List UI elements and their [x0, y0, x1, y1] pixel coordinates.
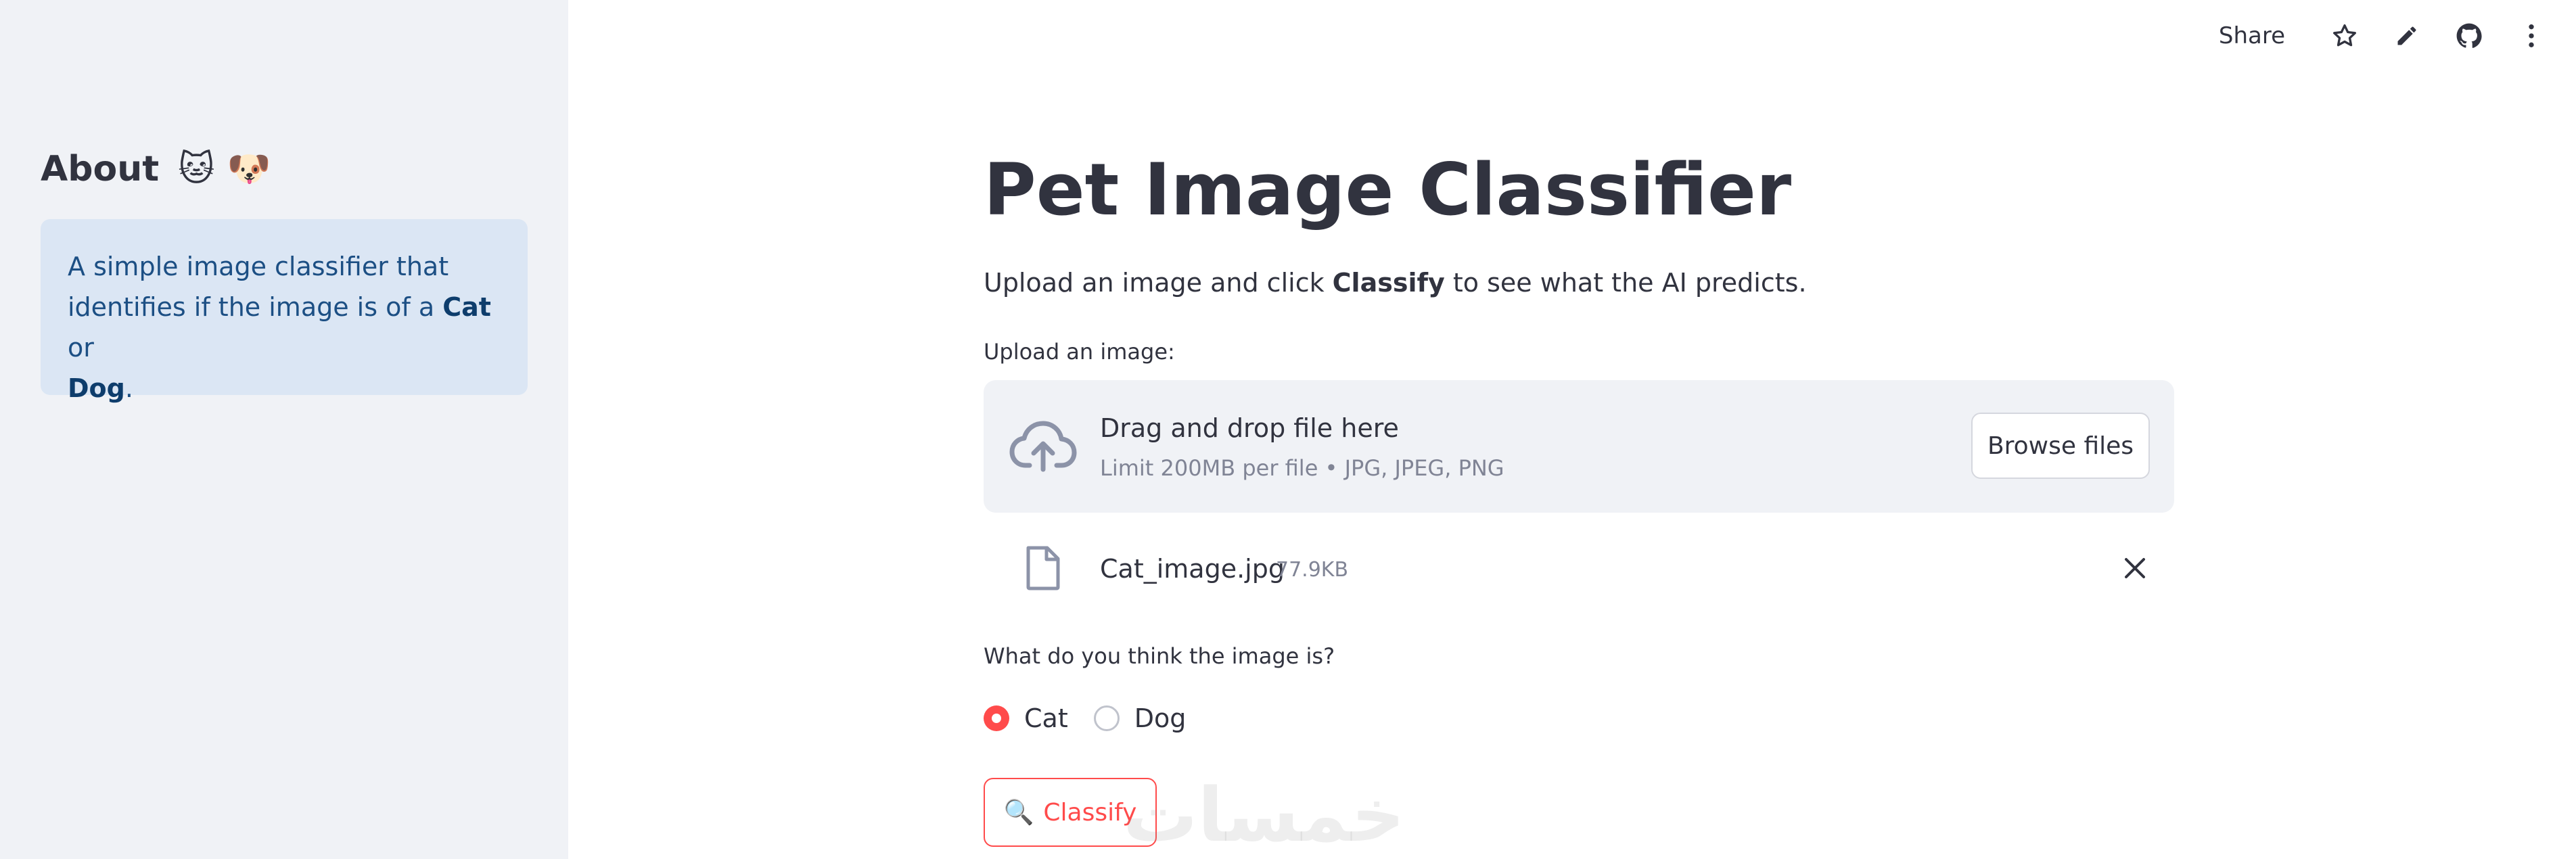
radio-question: What do you think the image is?	[984, 643, 1335, 669]
cloud-upload-icon	[1009, 415, 1077, 478]
radio-selected-icon[interactable]	[984, 705, 1009, 731]
info-text-dog: Dog	[68, 373, 125, 403]
pencil-icon[interactable]	[2391, 20, 2423, 52]
uploaded-file-row: Cat_image.jpg 77.9KB	[984, 538, 2174, 599]
pet-radio-group: Cat Dog	[984, 699, 1212, 737]
radio-option-cat[interactable]: Cat	[984, 700, 1068, 737]
sidebar-title: About 🐱 🐶	[41, 143, 271, 195]
more-vertical-icon[interactable]	[2515, 20, 2548, 52]
dropzone-title: Drag and drop file here	[1100, 413, 1399, 443]
browse-files-button[interactable]: Browse files	[1971, 413, 2150, 479]
upload-label: Upload an image:	[984, 339, 1175, 365]
radio-label-cat: Cat	[1024, 703, 1068, 733]
subtitle-text: to see what the AI predicts.	[1444, 268, 1807, 298]
radio-unselected-icon[interactable]	[1093, 705, 1120, 731]
radio-label-dog: Dog	[1134, 703, 1187, 733]
info-text: A simple image classifier that identifie…	[68, 246, 501, 409]
file-icon	[1024, 545, 1062, 591]
cat-dog-emoji-icon: 🐱 🐶	[178, 149, 271, 189]
info-text-part: .	[124, 373, 133, 403]
info-box: A simple image classifier that identifie…	[41, 219, 528, 403]
share-button[interactable]: Share	[2219, 22, 2285, 49]
remove-file-close-icon[interactable]	[2117, 551, 2153, 586]
top-toolbar: Share	[2219, 12, 2562, 60]
file-size: 77.9KB	[1276, 558, 1349, 582]
main-content: Pet Image Classifier Upload an image and…	[984, 0, 2181, 859]
file-dropzone[interactable]: Drag and drop file here Limit 200MB per …	[984, 380, 2174, 513]
page-subtitle: Upload an image and click Classify to se…	[984, 264, 1807, 302]
sidebar: About 🐱 🐶 A simple image classifier that…	[0, 0, 568, 859]
sidebar-title-text: About	[41, 149, 160, 189]
subtitle-classify: Classify	[1332, 268, 1445, 298]
github-icon[interactable]	[2453, 20, 2485, 52]
watermark-logo: خمسات	[1123, 772, 1405, 858]
file-name: Cat_image.jpg	[1100, 554, 1285, 584]
magnifier-icon: 🔍	[1003, 799, 1034, 827]
info-text-cat: Cat	[442, 292, 491, 322]
subtitle-text: Upload an image and click	[984, 268, 1333, 298]
page-title: Pet Image Classifier	[984, 148, 1792, 231]
info-text-part: A simple image classifier that identifie…	[68, 252, 449, 322]
star-icon[interactable]	[2328, 20, 2361, 52]
info-text-part: or	[68, 333, 94, 363]
radio-option-dog[interactable]: Dog	[1093, 700, 1187, 737]
dropzone-limit: Limit 200MB per file • JPG, JPEG, PNG	[1100, 455, 1504, 481]
